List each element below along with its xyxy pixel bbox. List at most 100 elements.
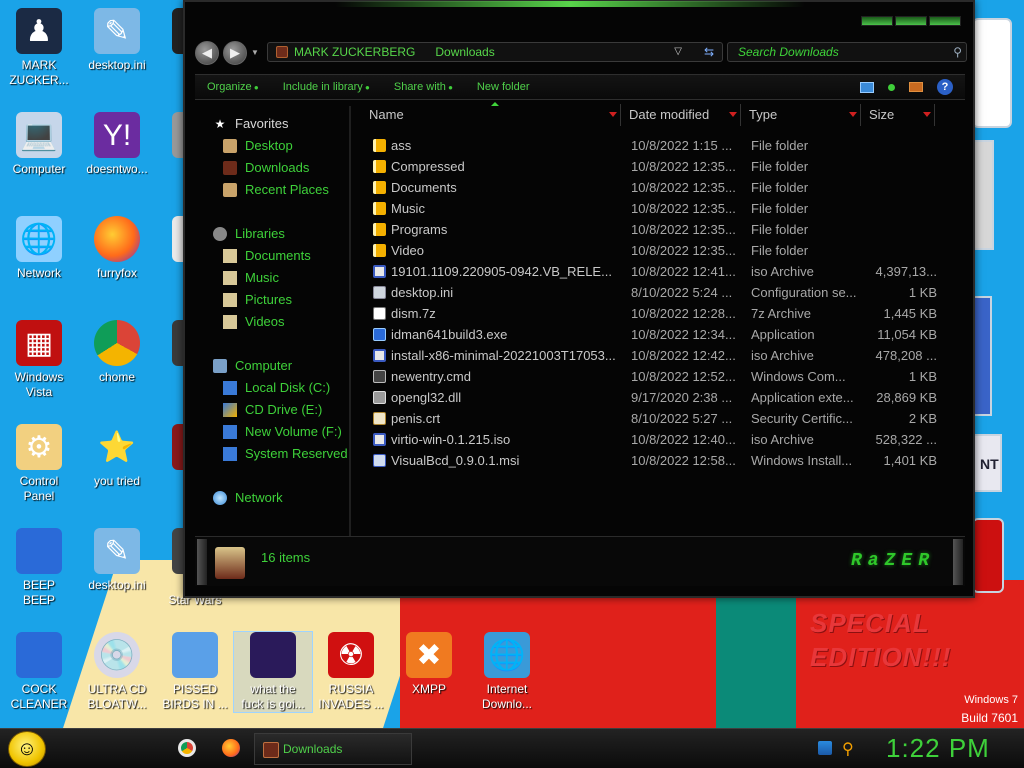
explorer-window[interactable]: ◀ ▶ ▼ MARK ZUCKERBERG Downloads ▽ ⇆ Sear… <box>183 0 975 598</box>
start-button-smiley-icon[interactable]: ☺ <box>8 731 46 767</box>
file-row[interactable]: virtio-win-0.1.215.iso 10/8/2022 12:40...… <box>355 430 967 451</box>
file-row[interactable]: Compressed 10/8/2022 12:35... File folder <box>355 157 967 178</box>
wallpaper-special-edition-text: SPECIAL EDITION!!! <box>810 606 951 674</box>
background-window-fragment[interactable]: NT <box>972 434 1002 492</box>
firefox-taskbar-icon[interactable] <box>222 739 240 757</box>
change-view-icon[interactable] <box>860 81 874 93</box>
network-tray-icon[interactable] <box>818 741 832 755</box>
file-row[interactable]: dism.7z 10/8/2022 12:28... 7z Archive 1,445… <box>355 304 967 325</box>
taskbar-button-downloads[interactable]: Downloads <box>254 733 412 765</box>
help-icon[interactable]: ? <box>937 79 953 95</box>
nav-item-recent-places[interactable]: Recent Places <box>223 182 329 197</box>
desktop-icon[interactable]: 💿 ULTRA CD BLOATW... <box>78 632 156 712</box>
desktop-icon[interactable]: ▦ Windows Vista <box>0 320 78 400</box>
file-row[interactable]: 19101.1109.220905-0942.VB_RELE... 10/8/20… <box>355 262 967 283</box>
nav-item-music[interactable]: Music <box>223 270 279 285</box>
recent-pages-dropdown-icon[interactable]: ▼ <box>251 48 259 57</box>
address-history-chevron-icon[interactable]: ▽ <box>674 43 682 61</box>
nav-item-videos[interactable]: Videos <box>223 314 285 329</box>
nav-item-downloads[interactable]: Downloads <box>223 160 309 175</box>
desktop-icon[interactable]: Y! doesntwo... <box>78 112 156 177</box>
libraries-icon <box>213 226 227 241</box>
column-header-size[interactable]: Size <box>863 104 935 126</box>
organize-button[interactable]: Organize <box>207 81 259 93</box>
address-bar[interactable]: MARK ZUCKERBERG Downloads ▽ ⇆ <box>267 42 723 62</box>
breadcrumb-user[interactable]: MARK ZUCKERBERG <box>294 43 415 61</box>
desktop-icon-label: Network <box>16 266 61 280</box>
background-window-fragment[interactable] <box>972 518 1004 593</box>
taskbar-clock[interactable]: 1:22 PM <box>886 733 990 764</box>
desktop-icon[interactable]: furryfox <box>78 216 156 281</box>
search-tray-icon[interactable]: ⚲ <box>842 739 854 759</box>
new-folder-button[interactable]: New folder <box>477 81 530 93</box>
file-row[interactable]: ass 10/8/2022 1:15 ... File folder <box>355 136 967 157</box>
breadcrumb-downloads[interactable]: Downloads <box>435 43 494 61</box>
network-globe-icon <box>213 490 227 505</box>
desktop-ini-icon: ✎ <box>94 528 140 574</box>
folder-file-icon <box>373 139 386 152</box>
file-row[interactable]: newentry.cmd 10/8/2022 12:52... Windows Co… <box>355 367 967 388</box>
file-row[interactable]: desktop.ini 8/10/2022 5:24 ... Configurati… <box>355 283 967 304</box>
nav-network-header[interactable]: Network <box>213 490 283 505</box>
column-header-type[interactable]: Type <box>743 104 861 126</box>
desktop-icon[interactable]: COCK CLEANER <box>0 632 78 712</box>
file-row[interactable]: Video 10/8/2022 12:35... File folder <box>355 241 967 262</box>
desktop-icon[interactable]: ⚙ Control Panel <box>0 424 78 504</box>
desktop-icon[interactable]: PISSED BIRDS IN ... <box>156 632 234 712</box>
desktop-icon[interactable]: ✎ desktop.ini <box>78 528 156 593</box>
hard-drive-icon <box>223 380 237 395</box>
nav-item-desktop[interactable]: Desktop <box>223 138 293 153</box>
column-header-date-modified[interactable]: Date modified <box>623 104 741 126</box>
file-row[interactable]: VisualBcd_0.9.0.1.msi 10/8/2022 12:58... W… <box>355 451 967 472</box>
include-in-library-button[interactable]: Include in library <box>283 81 370 93</box>
nav-item-system-reserved[interactable]: System Reserved <box>223 446 348 461</box>
maximize-button[interactable] <box>895 16 927 26</box>
nav-item-new-volume-f[interactable]: New Volume (F:) <box>223 424 342 439</box>
nav-libraries-header[interactable]: Libraries <box>213 226 285 241</box>
minimize-button[interactable] <box>861 16 893 26</box>
nav-item-pictures[interactable]: Pictures <box>223 292 292 307</box>
desktop-icon[interactable]: ✖ XMPP <box>390 632 468 697</box>
nav-computer-header[interactable]: Computer <box>213 358 292 373</box>
nav-item-documents[interactable]: Documents <box>223 248 311 263</box>
nav-label: Desktop <box>245 138 293 153</box>
forward-button[interactable]: ▶ <box>223 41 247 65</box>
nav-favorites-header[interactable]: ★ Favorites <box>213 116 289 131</box>
file-row[interactable]: penis.crt 8/10/2022 5:27 ... Security Cert… <box>355 409 967 430</box>
column-header-name[interactable]: Name <box>363 104 621 126</box>
file-row[interactable]: Programs 10/8/2022 12:35... File folder <box>355 220 967 241</box>
file-row[interactable]: Music 10/8/2022 12:35... File folder <box>355 199 967 220</box>
back-button[interactable]: ◀ <box>195 41 219 65</box>
file-row[interactable]: opengl32.dll 9/17/2020 2:38 ... Applicatio… <box>355 388 967 409</box>
file-row[interactable]: Documents 10/8/2022 12:35... File folder <box>355 178 967 199</box>
desktop-icon[interactable]: 💻 Computer <box>0 112 78 177</box>
desktop-icon[interactable]: ✎ desktop.ini <box>78 8 156 73</box>
pane-splitter[interactable] <box>349 106 351 536</box>
view-options-dot-icon[interactable] <box>888 83 895 91</box>
desktop-icon[interactable]: BEEP BEEP <box>0 528 78 608</box>
desktop-icon[interactable]: 🌐 Internet Downlo... <box>468 632 546 712</box>
search-input[interactable]: Search Downloads ⚲ <box>727 42 967 62</box>
close-button[interactable] <box>929 16 961 26</box>
background-window-fragment[interactable] <box>972 140 994 250</box>
refresh-icon[interactable]: ⇆ <box>704 43 714 61</box>
desktop-icon[interactable]: chome <box>78 320 156 385</box>
desktop-icon-label: Control Panel <box>19 474 59 503</box>
desktop-icon[interactable]: 🌐 Network <box>0 216 78 281</box>
background-window-fragment[interactable] <box>972 18 1012 128</box>
chrome-taskbar-icon[interactable] <box>178 739 196 757</box>
file-name: opengl32.dll <box>391 390 462 405</box>
search-icon[interactable]: ⚲ <box>953 43 962 61</box>
nav-item-local-disk-c[interactable]: Local Disk (C:) <box>223 380 330 395</box>
preview-pane-icon[interactable] <box>909 82 923 92</box>
share-with-button[interactable]: Share with <box>394 81 453 93</box>
nav-item-cd-drive-e[interactable]: CD Drive (E:) <box>223 402 322 417</box>
desktop-icon[interactable]: ♟ MARK ZUCKER... <box>0 8 78 88</box>
file-row[interactable]: idman641build3.exe 10/8/2022 12:34... Appl… <box>355 325 967 346</box>
background-window-fragment[interactable] <box>972 296 992 416</box>
desktop-icon[interactable]: ⭐ you tried <box>78 424 156 489</box>
file-row[interactable]: install-x86-minimal-20221003T17053... 10/… <box>355 346 967 367</box>
razer-logo: RaZER <box>850 551 935 571</box>
desktop-icon[interactable]: ☢ RUSSIA INVADES ... <box>312 632 390 712</box>
desktop-icon[interactable]: what the fuck is goi... <box>233 631 313 713</box>
